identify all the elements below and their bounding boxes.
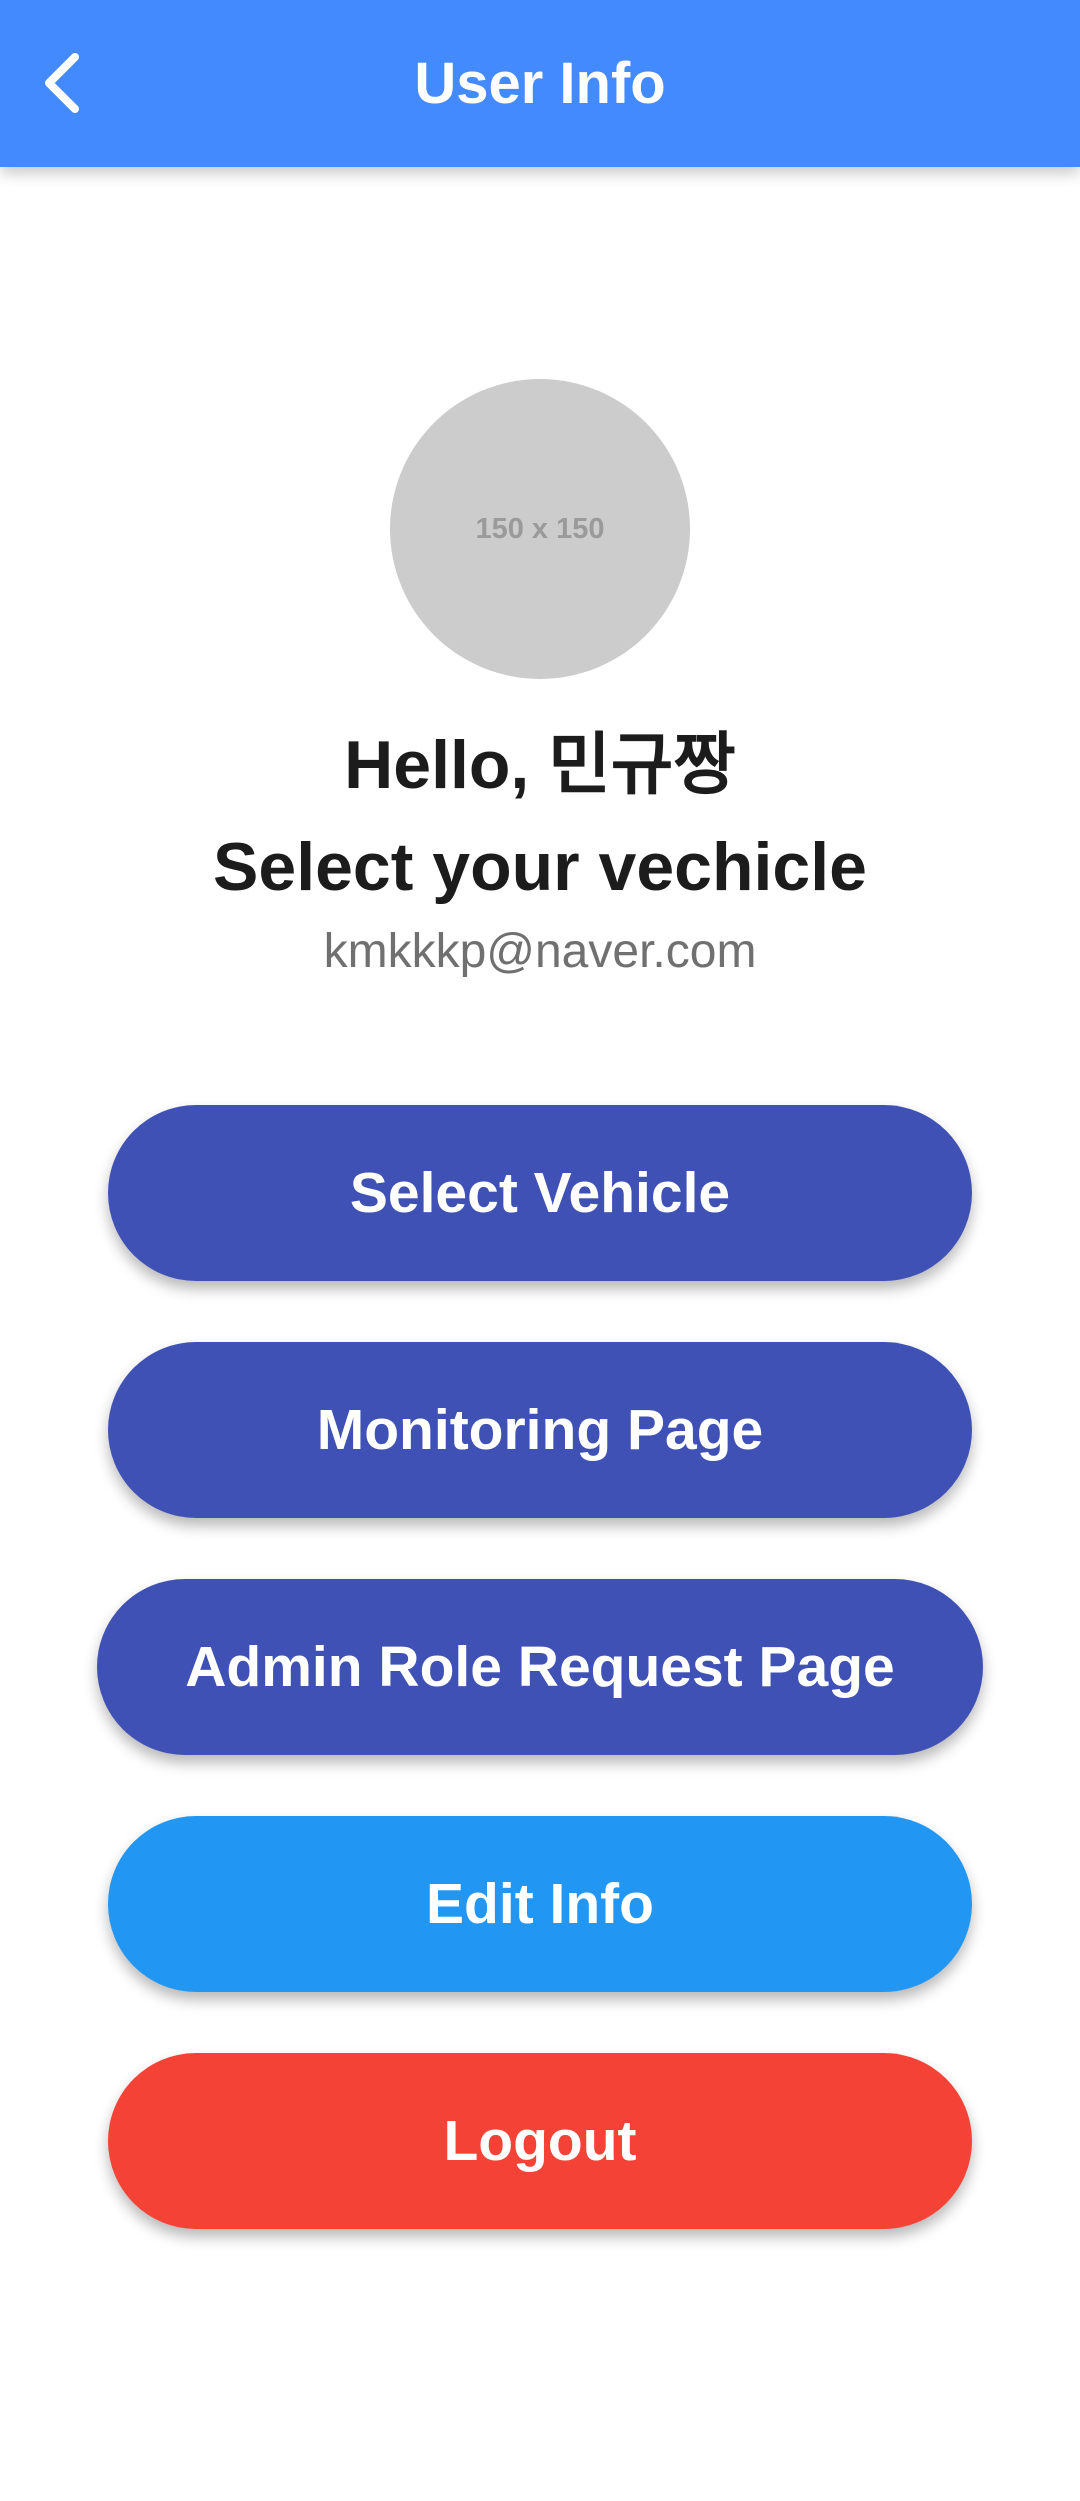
admin-role-request-button[interactable]: Admin Role Request Page (97, 1579, 983, 1755)
avatar-placeholder-text: 150 x 150 (475, 512, 605, 545)
greeting-heading: Hello, 민규짱 (344, 727, 736, 803)
monitoring-page-button[interactable]: Monitoring Page (108, 1342, 972, 1518)
app-bar: User Info (0, 0, 1080, 167)
avatar: 150 x 150 (390, 379, 690, 679)
user-info-content: 150 x 150 Hello, 민규짱 Select your vechicl… (0, 167, 1080, 2501)
edit-info-button[interactable]: Edit Info (108, 1816, 972, 1992)
chevron-left-icon (45, 53, 79, 113)
user-email: kmkkkp@naver.com (323, 925, 757, 978)
back-button[interactable] (18, 38, 108, 128)
logout-button[interactable]: Logout (108, 2053, 972, 2229)
page-title: User Info (414, 51, 666, 116)
select-vehicle-prompt: Select your vechicle (213, 829, 867, 905)
select-vehicle-button[interactable]: Select Vehicle (108, 1105, 972, 1281)
